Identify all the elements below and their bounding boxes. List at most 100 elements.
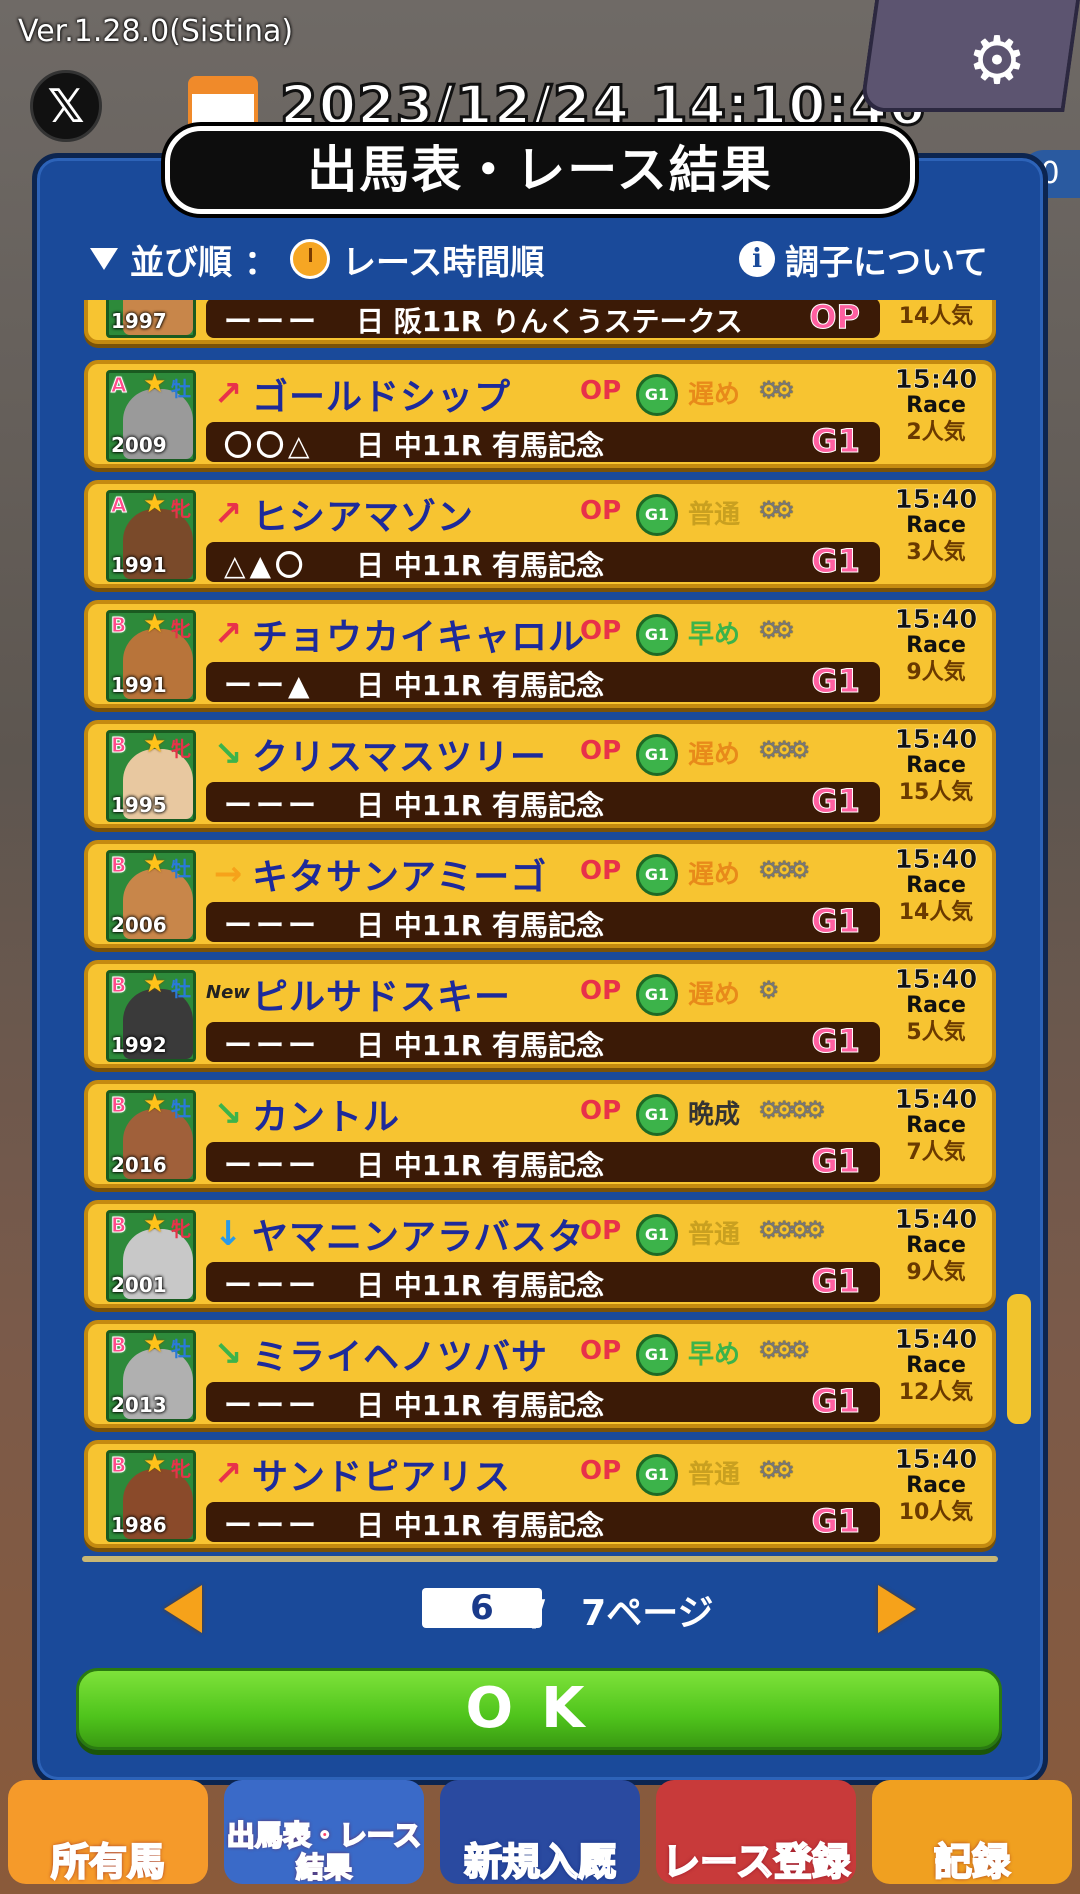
foal-year: 1991 bbox=[111, 673, 167, 697]
horseshoe-icon: ⚙⚙⚙⚙ bbox=[758, 1096, 826, 1124]
sex-label: 牡 bbox=[171, 377, 191, 401]
next-page-button[interactable] bbox=[878, 1585, 916, 1633]
popularity-label: 5人気 bbox=[906, 1020, 966, 1045]
condition-info-link[interactable]: i 調子について bbox=[739, 234, 988, 284]
bottom-nav-item[interactable]: 所有馬 bbox=[8, 1780, 208, 1885]
star-icon: ★ bbox=[143, 1450, 167, 1479]
race-info-bar: ーーー 日 中11R 有馬記念 G1 bbox=[206, 902, 880, 942]
race-name: 日 中11R 有馬記念 bbox=[356, 1269, 605, 1302]
class-label: OP bbox=[580, 856, 622, 886]
growth-type: 遅め bbox=[688, 380, 741, 410]
list-item[interactable]: B ★ 牝 1986 ↗ サンドピアリス OP G1 普通 ⚙⚙ ーーー 日 中… bbox=[84, 1440, 996, 1548]
foal-year: 1992 bbox=[111, 1033, 167, 1057]
foal-year: 1991 bbox=[111, 553, 167, 577]
popularity-label: 2人気 bbox=[906, 420, 966, 445]
sort-colon: ： bbox=[244, 242, 278, 283]
prediction-marks: ーーー bbox=[224, 1389, 321, 1422]
prev-page-button[interactable] bbox=[164, 1585, 202, 1633]
gear-icon[interactable]: ⚙ bbox=[964, 28, 1030, 94]
rank-grade: B bbox=[110, 1333, 127, 1358]
bottom-nav-label: 記録 bbox=[933, 1839, 1011, 1885]
prediction-marks: ーーー bbox=[224, 909, 321, 942]
race-time: 15:40 bbox=[894, 1205, 978, 1235]
class-label: OP bbox=[580, 496, 622, 526]
popularity-label: 9人気 bbox=[906, 1260, 966, 1285]
race-tag: Race bbox=[906, 753, 966, 778]
list-divider bbox=[82, 1556, 998, 1562]
list-item-partial[interactable]: 1997 ーーー 日 阪11R りんくうステークス OP 14人気 bbox=[84, 300, 996, 344]
class-label: OP bbox=[580, 1336, 622, 1366]
time-box: 15:40 Race 2人気 bbox=[888, 366, 984, 448]
horse-name: ヤマニンアラバスタ bbox=[252, 1217, 585, 1258]
prediction-marks: ーーー bbox=[224, 305, 321, 338]
condition-trend-icon: ↗ bbox=[213, 494, 243, 534]
list-item[interactable]: A ★ 牝 1991 ↗ ヒシアマゾン OP G1 普通 ⚙⚙ △▲〇 日 中1… bbox=[84, 480, 996, 588]
horse-name: キタサンアミーゴ bbox=[252, 857, 548, 898]
bottom-nav-label: 出馬表・レース結果 bbox=[226, 1819, 423, 1885]
foal-year: 1995 bbox=[111, 793, 167, 817]
ok-button[interactable]: OK bbox=[76, 1668, 1002, 1750]
race-grade-label: G1 bbox=[811, 662, 861, 701]
list-item[interactable]: B ★ 牡 2016 ↘ カントル OP G1 晩成 ⚙⚙⚙⚙ ーーー 日 中1… bbox=[84, 1080, 996, 1188]
page-number-input[interactable]: 6 bbox=[422, 1588, 542, 1628]
horseshoe-icon: ⚙⚙⚙⚙ bbox=[758, 1216, 826, 1244]
list-item[interactable]: B ★ 牡 2013 ↘ ミライヘノツバサ OP G1 早め ⚙⚙⚙ ーーー 日… bbox=[84, 1320, 996, 1428]
race-grade-label: OP bbox=[809, 300, 861, 337]
star-icon: ★ bbox=[143, 490, 167, 519]
horse-name: クリスマスツリー bbox=[252, 737, 547, 778]
bottom-nav-label: 所有馬 bbox=[50, 1839, 166, 1885]
bottom-nav-item[interactable]: 出馬表・レース結果 bbox=[224, 1780, 424, 1885]
race-info-bar: ーーー 日 中11R 有馬記念 G1 bbox=[206, 1142, 880, 1182]
race-grade-label: G1 bbox=[811, 1502, 861, 1541]
list-item[interactable]: B ★ 牝 2001 ↓ ヤマニンアラバスタ OP G1 普通 ⚙⚙⚙⚙ ーーー… bbox=[84, 1200, 996, 1308]
condition-trend-icon: ↗ bbox=[213, 1454, 243, 1494]
prediction-marks: 〇〇△ bbox=[224, 429, 314, 462]
bottom-nav-item[interactable]: レース登録 bbox=[656, 1780, 856, 1885]
class-label: OP bbox=[580, 376, 622, 406]
time-box: 15:40 Race 3人気 bbox=[888, 486, 984, 568]
star-icon: ★ bbox=[143, 970, 167, 999]
sex-label: 牝 bbox=[171, 1457, 191, 1481]
g1-laurel-icon: G1 bbox=[636, 374, 678, 416]
race-time: 15:40 bbox=[894, 1085, 978, 1115]
horse-name: ミライヘノツバサ bbox=[252, 1337, 549, 1378]
growth-type: 遅め bbox=[688, 740, 741, 770]
race-tag: Race bbox=[906, 1473, 966, 1498]
g1-laurel-icon: G1 bbox=[636, 614, 678, 656]
list-item[interactable]: A ★ 牡 2009 ↗ ゴールドシップ OP G1 遅め ⚙⚙ 〇〇△ 日 中… bbox=[84, 360, 996, 468]
foal-year: 2013 bbox=[111, 1393, 167, 1417]
star-icon: ★ bbox=[143, 370, 167, 399]
race-tag: Race bbox=[906, 513, 966, 538]
sort-control[interactable]: 並び順 ： レース時間順 bbox=[90, 234, 544, 284]
star-icon: ★ bbox=[143, 1090, 167, 1119]
scrollbar-thumb[interactable] bbox=[1007, 1294, 1031, 1424]
list-item[interactable]: B ★ 牡 1992 New ピルサドスキー OP G1 遅め ⚙ ーーー 日 … bbox=[84, 960, 996, 1068]
popularity-label: 12人気 bbox=[898, 1380, 974, 1405]
race-list[interactable]: 1997 ーーー 日 阪11R りんくうステークス OP 14人気 A ★ 牡 … bbox=[82, 300, 998, 1562]
growth-type: 遅め bbox=[688, 860, 741, 890]
bottom-nav: 所有馬 出馬表・レース結果 新規入厩 レース登録 記録 bbox=[0, 1764, 1080, 1894]
race-grade-label: G1 bbox=[811, 1022, 861, 1061]
horse-name: チョウカイキャロル bbox=[252, 617, 586, 658]
prediction-marks: ーー▲ bbox=[224, 669, 314, 702]
bottom-nav-item[interactable]: 新規入厩 bbox=[440, 1780, 640, 1885]
info-icon: i bbox=[739, 241, 776, 277]
list-item[interactable]: B ★ 牝 1991 ↗ チョウカイキャロル OP G1 早め ⚙⚙ ーー▲ 日… bbox=[84, 600, 996, 708]
popularity-label: 14人気 bbox=[898, 304, 974, 329]
list-item[interactable]: B ★ 牡 2006 → キタサンアミーゴ OP G1 遅め ⚙⚙⚙ ーーー 日… bbox=[84, 840, 996, 948]
star-icon: ★ bbox=[143, 850, 167, 879]
list-item[interactable]: B ★ 牝 1995 ↘ クリスマスツリー OP G1 遅め ⚙⚙⚙ ーーー 日… bbox=[84, 720, 996, 828]
x-share-button[interactable]: 𝕏 bbox=[30, 70, 102, 142]
horseshoe-icon: ⚙ bbox=[758, 976, 779, 1004]
x-logo-icon: 𝕏 bbox=[47, 79, 85, 133]
race-time: 15:40 bbox=[894, 365, 978, 395]
race-name: 日 中11R 有馬記念 bbox=[356, 1509, 605, 1542]
time-box: 15:40 Race 7人気 bbox=[888, 1086, 984, 1168]
bottom-nav-item[interactable]: 記録 bbox=[872, 1780, 1072, 1885]
sort-prefix-label: 並び順 bbox=[130, 242, 232, 283]
horseshoe-icon: ⚙⚙⚙ bbox=[758, 1336, 810, 1364]
time-box: 15:40 Race 10人気 bbox=[888, 1446, 984, 1528]
race-info-bar: ーー▲ 日 中11R 有馬記念 G1 bbox=[206, 662, 880, 702]
rank-grade: B bbox=[110, 1453, 127, 1478]
g1-laurel-icon: G1 bbox=[636, 1334, 678, 1376]
